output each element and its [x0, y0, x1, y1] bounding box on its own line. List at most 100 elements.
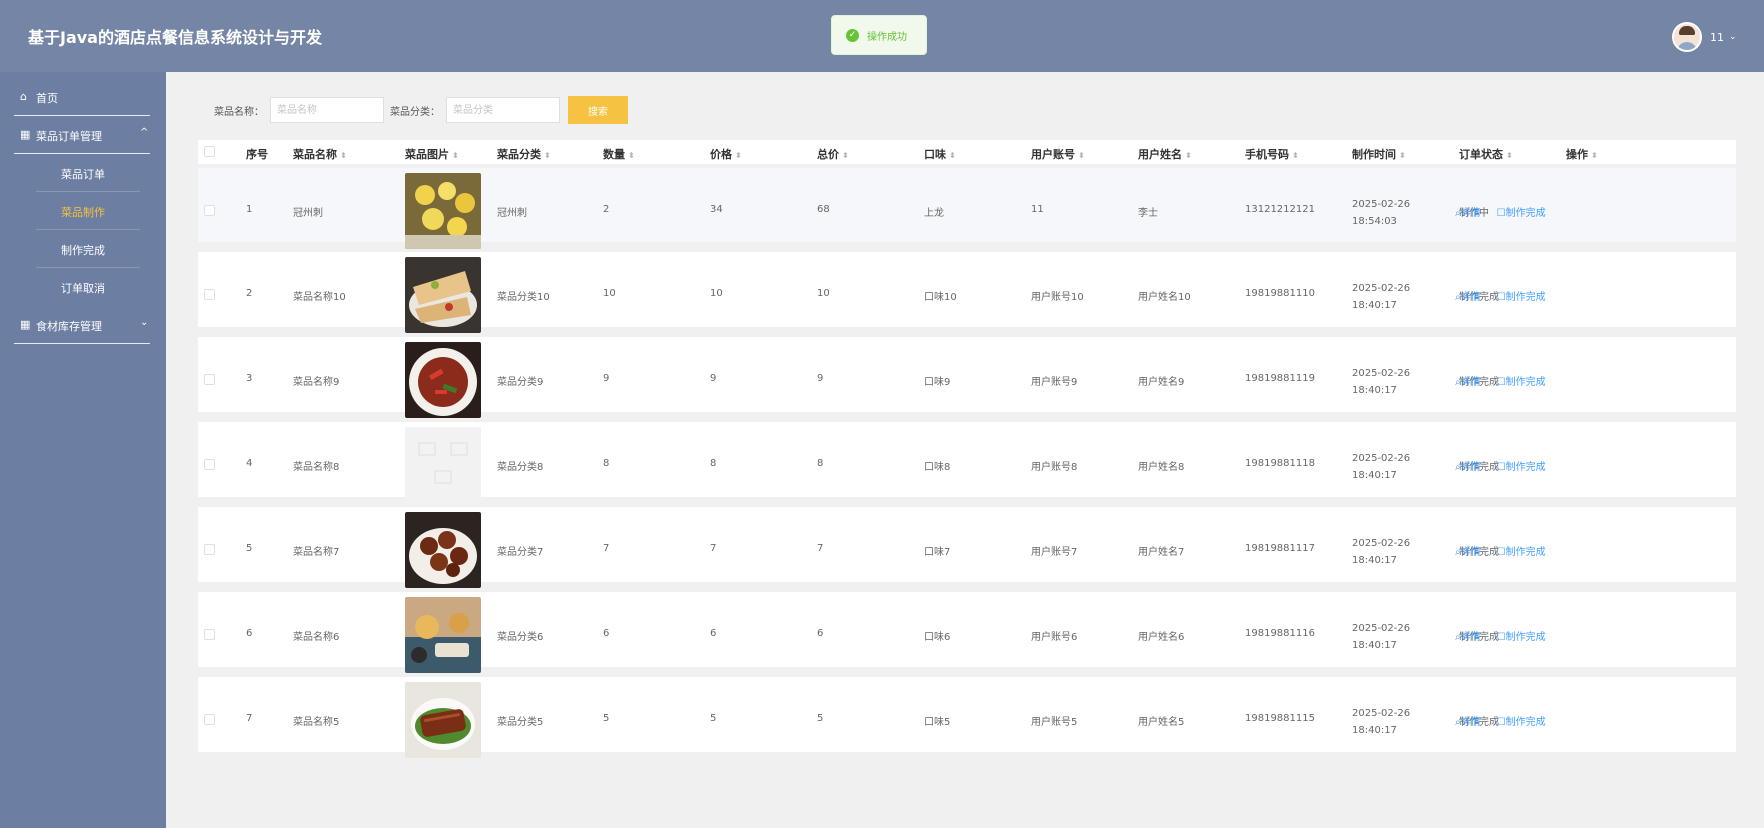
sidebar-subitem-completed[interactable]: 制作完成: [0, 230, 166, 268]
sidebar-item-inventory[interactable]: ▦ 食材库存管理 ⌄: [0, 306, 166, 344]
sidebar-subitem-label[interactable]: 订单取消: [0, 280, 166, 296]
grid-icon: ▦: [20, 318, 31, 331]
row-checkbox[interactable]: [204, 714, 215, 725]
sort-icon: ⬍: [1399, 151, 1406, 160]
cooking-time: 2025-02-26 18:40:17: [1352, 368, 1411, 396]
taste: 口味9: [924, 377, 951, 388]
phone-number: 19819881115: [1245, 713, 1315, 724]
column-header: 序号: [246, 148, 268, 161]
table-header: 序号 菜品名称 ⬍ 菜品图片 ⬍ 菜品分类 ⬍ 数量 ⬍ 价格 ⬍ 总价 ⬍ 口味 ⬍ 用户账…: [198, 140, 1736, 164]
search-button[interactable]: 搜索: [568, 96, 628, 124]
user-account: 用户账号5: [1031, 717, 1078, 728]
column-header[interactable]: 订单状态 ⬍: [1459, 146, 1513, 162]
main-content: 菜品名称： 菜品分类： 搜索 序号 菜品名称⬍ 菜品图片⬍ 菜品分类⬍ 数量⬍ …: [166, 72, 1764, 828]
dish-image: [405, 427, 481, 503]
complete-button[interactable]: ☐制作完成: [1497, 717, 1554, 728]
search-name-label: 菜品名称：: [214, 106, 264, 118]
column-header[interactable]: 总价 ⬍: [817, 146, 849, 162]
detail-button[interactable]: ⌕详情: [1455, 547, 1489, 558]
column-header[interactable]: 数量 ⬍: [603, 146, 635, 162]
sort-icon: ⬍: [1078, 151, 1085, 160]
column-header[interactable]: 制作时间 ⬍: [1352, 146, 1406, 162]
table-row[interactable]: 7 菜品名称5 菜品分类5 5 5 5 口味5 用户账号5 用户姓名5 19819881115 20…: [198, 677, 1736, 762]
divider: [14, 343, 150, 344]
column-header[interactable]: 用户账号 ⬍: [1031, 146, 1085, 162]
username[interactable]: 11: [1710, 31, 1724, 44]
sidebar-item-label[interactable]: 菜品订单管理: [36, 128, 102, 144]
dish-category: 冠州刺: [497, 208, 527, 219]
phone-number: 19819881116: [1245, 628, 1315, 639]
sidebar-item-home[interactable]: ⌂ 首页: [0, 78, 166, 116]
sidebar-subitem-cooking[interactable]: 菜品制作: [0, 192, 166, 230]
row-checkbox[interactable]: [204, 459, 215, 470]
column-header[interactable]: 操作 ⬍: [1566, 146, 1598, 162]
chevron-up-icon[interactable]: ^: [140, 127, 148, 138]
search-name-input[interactable]: [270, 97, 384, 123]
column-header[interactable]: 价格 ⬍: [710, 146, 742, 162]
avatar[interactable]: [1672, 22, 1702, 52]
column-header[interactable]: 手机号码 ⬍: [1245, 146, 1299, 162]
complete-button[interactable]: ☐制作完成: [1497, 208, 1554, 219]
table-row[interactable]: 4 菜品名称8 菜品分类8 8 8 8 口味8 用户账号8 用户姓名8 19819881118 20…: [198, 422, 1736, 507]
dish-image: [405, 257, 481, 333]
dish-category: 菜品分类6: [497, 632, 544, 643]
sidebar-subitem-cancelled[interactable]: 订单取消: [0, 268, 166, 306]
total-price: 8: [817, 458, 824, 469]
dish-category: 菜品分类5: [497, 717, 544, 728]
table-row[interactable]: 2 菜品名称10 菜品分类10 10 10 10 口味10 用户账号10 用户姓名10 19819…: [198, 252, 1736, 337]
table-row[interactable]: 3 菜品名称9 菜品分类9 9 9 9 口味9 用户账号9 用户姓名9 19819881119 20…: [198, 337, 1736, 422]
dish-name: 菜品名称5: [293, 717, 340, 728]
detail-button[interactable]: ⌕详情: [1455, 208, 1489, 219]
sidebar-item-label[interactable]: 首页: [36, 90, 58, 106]
sidebar-subitem-orders[interactable]: 菜品订单: [0, 154, 166, 192]
chevron-down-icon[interactable]: ⌄: [1729, 32, 1737, 42]
grid-icon: ▦: [20, 128, 31, 141]
sort-icon: ⬍: [628, 151, 635, 160]
phone-number: 19819881117: [1245, 543, 1315, 554]
select-all-checkbox[interactable]: [204, 146, 215, 157]
column-header[interactable]: 菜品图片 ⬍: [405, 146, 459, 162]
sidebar-subitem-label[interactable]: 菜品制作: [0, 204, 166, 220]
column-header[interactable]: 菜品名称 ⬍: [293, 146, 347, 162]
user-account: 用户账号6: [1031, 632, 1078, 643]
sidebar-item-order-management[interactable]: ▦ 菜品订单管理 ^: [0, 116, 166, 154]
dish-category: 菜品分类9: [497, 377, 544, 388]
complete-button[interactable]: ☐制作完成: [1497, 462, 1554, 473]
user-account: 用户账号9: [1031, 377, 1078, 388]
sort-icon: ⬍: [1591, 151, 1598, 160]
taste: 口味7: [924, 547, 951, 558]
detail-button[interactable]: ⌕详情: [1455, 377, 1489, 388]
sidebar-subitem-label[interactable]: 制作完成: [0, 242, 166, 258]
complete-button[interactable]: ☐制作完成: [1497, 292, 1554, 303]
dish-name: 菜品名称6: [293, 632, 340, 643]
row-number: 1: [246, 204, 253, 215]
row-checkbox[interactable]: [204, 205, 215, 216]
row-checkbox[interactable]: [204, 629, 215, 640]
user-menu[interactable]: 11 ⌄: [1672, 22, 1737, 52]
complete-button[interactable]: ☐制作完成: [1497, 377, 1554, 388]
search-category-input[interactable]: [446, 97, 560, 123]
column-header[interactable]: 用户姓名 ⬍: [1138, 146, 1192, 162]
table-row[interactable]: 1 冠州刺 冠州刺 2 34 68 上龙 11 李士 13121212121 2025-02-26 …: [198, 168, 1736, 252]
complete-button[interactable]: ☐制作完成: [1497, 547, 1554, 558]
row-checkbox[interactable]: [204, 374, 215, 385]
sidebar-subitem-label[interactable]: 菜品订单: [0, 166, 166, 182]
chevron-down-icon[interactable]: ⌄: [140, 317, 148, 328]
user-account: 11: [1031, 204, 1044, 215]
column-header[interactable]: 菜品分类 ⬍: [497, 146, 551, 162]
check-circle-icon: ✓: [846, 28, 859, 42]
total-price: 7: [817, 543, 824, 554]
row-checkbox[interactable]: [204, 544, 215, 555]
column-header[interactable]: 口味 ⬍: [924, 146, 956, 162]
success-toast: ✓ 操作成功: [831, 15, 927, 55]
sidebar-item-label[interactable]: 食材库存管理: [36, 318, 102, 334]
detail-button[interactable]: ⌕详情: [1455, 292, 1489, 303]
table-row[interactable]: 5 菜品名称7 菜品分类7 7 7 7 口味7 用户账号7 用户姓名7 19819881117 20…: [198, 507, 1736, 592]
cooking-time: 2025-02-26 18:40:17: [1352, 538, 1411, 566]
table-row[interactable]: 6 菜品名称6 菜品分类6 6 6 6 口味6 用户账号6 用户姓名6 19819881116 20…: [198, 592, 1736, 677]
detail-button[interactable]: ⌕详情: [1455, 462, 1489, 473]
detail-button[interactable]: ⌕详情: [1455, 717, 1489, 728]
row-checkbox[interactable]: [204, 289, 215, 300]
detail-button[interactable]: ⌕详情: [1455, 632, 1489, 643]
complete-button[interactable]: ☐制作完成: [1497, 632, 1554, 643]
